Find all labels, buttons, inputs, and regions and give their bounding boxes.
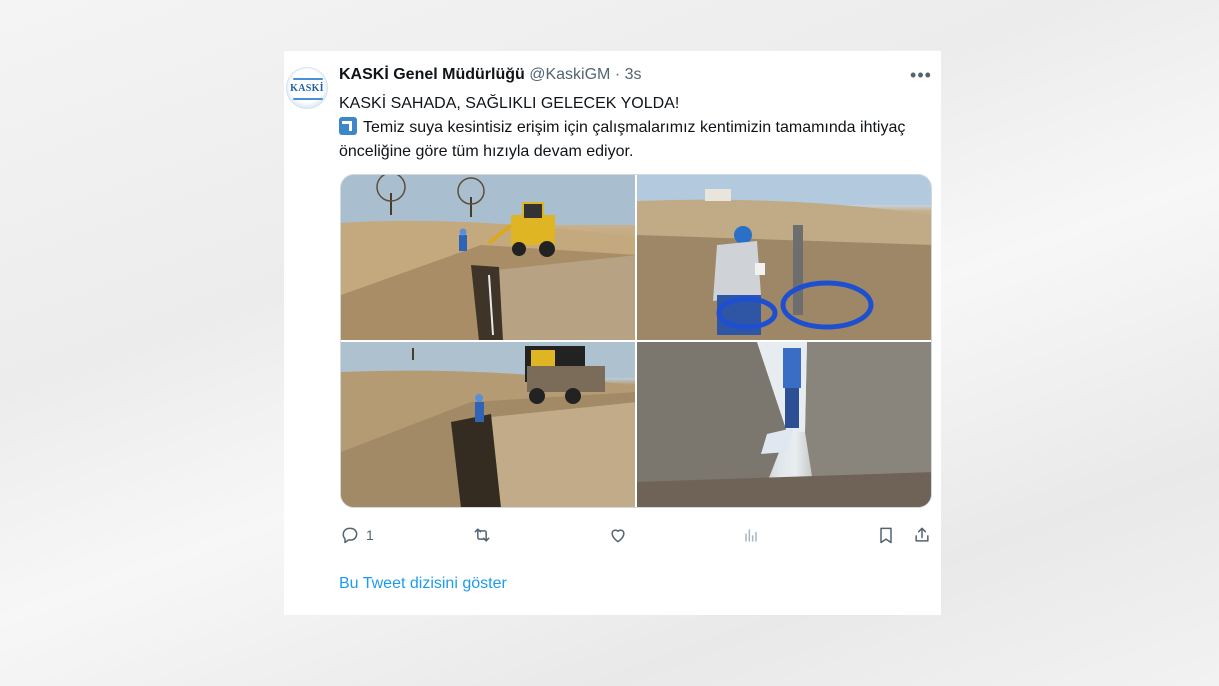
tweet-line-2-text: Temiz suya kesintisiz erişim için çalışm… (339, 119, 906, 160)
reply-count: 1 (366, 527, 374, 543)
media-grid (340, 174, 932, 508)
tweet-actions: 1 (340, 521, 935, 549)
views-icon (745, 529, 757, 542)
trench-loader-photo[interactable] (341, 342, 635, 507)
worker-pipe-photo[interactable] (637, 175, 931, 340)
tweet-time[interactable]: 3s (625, 66, 642, 83)
reply-icon (342, 527, 358, 544)
author-handle[interactable]: @KaskiGM (529, 66, 610, 83)
retweet-button[interactable] (472, 521, 498, 549)
show-thread-link[interactable]: Bu Tweet dizisini göster (339, 575, 507, 593)
tweet-text: KASKİ SAHADA, SAĞLIKLI GELECEK YOLDA! Te… (339, 92, 929, 164)
tweet-header: KASKİ Genel Müdürlüğü @KaskiGM · 3s (339, 66, 899, 86)
views-button[interactable] (741, 521, 767, 549)
bookmark-button[interactable] (876, 521, 896, 549)
retweet-icon (474, 528, 490, 542)
potable-water-icon (339, 117, 357, 135)
trench-backhoe-photo[interactable] (341, 175, 635, 340)
tweet-line-1: KASKİ SAHADA, SAĞLIKLI GELECEK YOLDA! (339, 95, 680, 112)
logo-wave-top (293, 78, 323, 80)
author-name[interactable]: KASKİ Genel Müdürlüğü (339, 66, 525, 83)
avatar-logo-text: KASKİ (290, 82, 324, 94)
more-options-icon[interactable]: ••• (909, 63, 933, 87)
heart-icon (611, 529, 625, 543)
reply-button[interactable]: 1 (340, 521, 374, 549)
worker-pipe-illustration (637, 175, 931, 340)
tweet-line-2: Temiz suya kesintisiz erişim için çalışm… (339, 116, 929, 164)
trench-loader-illustration (341, 342, 635, 507)
share-icon (915, 527, 929, 542)
like-button[interactable] (608, 521, 634, 549)
trench-backhoe-illustration (341, 175, 635, 340)
trench-worker-photo[interactable] (637, 342, 931, 507)
avatar[interactable]: KASKİ (286, 67, 328, 109)
trench-worker-illustration (637, 342, 931, 507)
bookmark-icon (880, 527, 892, 544)
tweet-card[interactable]: KASKİ KASKİ Genel Müdürlüğü @KaskiGM · 3… (284, 50, 941, 615)
logo-wave-bottom (293, 98, 323, 100)
share-button[interactable] (912, 521, 932, 549)
separator-dot: · (614, 66, 621, 83)
